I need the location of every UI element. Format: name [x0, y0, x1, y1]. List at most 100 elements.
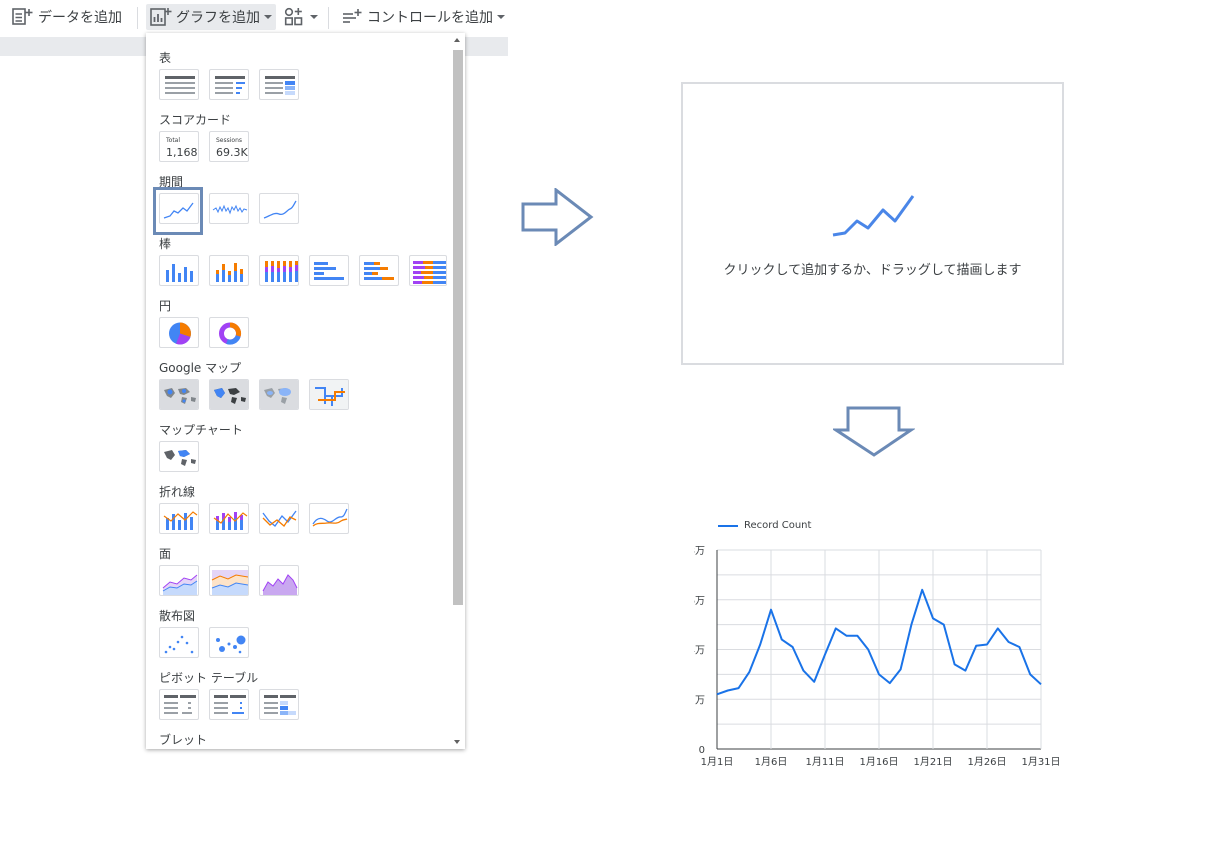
scrollbar-thumb[interactable]: [453, 50, 463, 605]
chart-option-stacked-bar[interactable]: [359, 255, 399, 286]
y-tick-label: 8万: [694, 546, 705, 557]
chart-option-bubble[interactable]: [209, 627, 249, 658]
placeholder-message: クリックして追加するか、ドラッグして描画します: [723, 263, 1022, 278]
bubble-chart-icon: [216, 635, 246, 654]
section-title-line: 折れ線: [159, 485, 196, 499]
scroll-up-icon[interactable]: [454, 38, 460, 42]
smoothed-line-icon: [312, 508, 348, 527]
toolbar: データを追加 グラフを追加 コントロールを追加: [0, 0, 508, 36]
chart-option-scorecard[interactable]: Total 1,168: [159, 131, 199, 162]
chart-option-100-stacked-column[interactable]: [259, 255, 299, 286]
chart-option-scatter[interactable]: [159, 627, 199, 658]
combo-chart-icon: [163, 511, 198, 530]
x-tick-label: 1月21日: [913, 756, 952, 768]
section-title-google-maps: Google マップ: [159, 361, 242, 375]
line-map-icon: [310, 380, 348, 409]
table-heatmap-icon: [265, 76, 295, 95]
chart-option-column[interactable]: [159, 255, 199, 286]
right-arrow-icon: [521, 188, 594, 246]
section-title-bullet: ブレット: [159, 733, 208, 747]
area-chart-icon: [162, 574, 198, 595]
scorecard-label: Total: [166, 137, 181, 144]
scroll-down-icon[interactable]: [454, 740, 460, 744]
menu-scrollbar[interactable]: [449, 33, 465, 749]
chart-option-stacked-column[interactable]: [209, 255, 249, 286]
stacked-combo-icon: [213, 512, 248, 530]
chart-option-line-map[interactable]: [309, 379, 349, 410]
chart-option-table-bars[interactable]: [209, 69, 249, 100]
chart-option-stacked-combo[interactable]: [209, 503, 249, 534]
chart-option-pie[interactable]: [159, 317, 199, 348]
chart-option-filled-map[interactable]: [209, 379, 249, 410]
x-tick-label: 1月31日: [1021, 756, 1060, 768]
stacked-column-icon: [216, 263, 243, 282]
sparkline-icon: [212, 204, 248, 215]
table-bars-icon: [215, 76, 245, 94]
chart-option-heatmap-map[interactable]: [259, 379, 299, 410]
pie-chart-icon: [169, 322, 191, 345]
add-data-button[interactable]: データを追加: [12, 4, 122, 30]
scorecard-value: 1,168: [166, 146, 198, 159]
stacked-bar-icon: [364, 262, 394, 280]
geo-chart-icon: [164, 450, 196, 466]
section-title-table: 表: [159, 51, 172, 65]
chart-option-pivot[interactable]: [159, 689, 199, 720]
add-control-button[interactable]: コントロールを追加: [341, 4, 505, 30]
y-tick-label: 4万: [694, 646, 705, 657]
pivot-heatmap-icon: [264, 695, 296, 715]
add-chart-button[interactable]: グラフを追加: [146, 4, 276, 30]
full-stacked-bar-icon: [413, 261, 446, 284]
x-tick-label: 1月16日: [859, 756, 898, 768]
filled-map-icon: [210, 380, 248, 409]
chart-option-scorecard-compact[interactable]: Sessions 69.3K: [209, 131, 249, 162]
smoothed-time-series-icon: [263, 200, 297, 219]
line-chart-icon: [262, 510, 297, 527]
toolbar-divider: [137, 7, 138, 29]
chart-option-pivot-bars[interactable]: [209, 689, 249, 720]
chart-option-line[interactable]: [259, 503, 299, 534]
heatmap-map-icon: [260, 380, 298, 409]
chart-option-100-stacked-area[interactable]: [259, 565, 299, 596]
y-tick-label: 2万: [694, 695, 705, 706]
section-title-pivot-table: ピボット テーブル: [159, 671, 259, 685]
chart-option-smoothed-time-series[interactable]: [259, 193, 299, 224]
chevron-down-icon: [264, 15, 272, 19]
chart-option-table[interactable]: [159, 69, 199, 100]
chart-option-sparkline[interactable]: [209, 193, 249, 224]
x-tick-label: 1月1日: [701, 756, 734, 768]
chart-option-bubble-map[interactable]: [159, 379, 199, 410]
bar-chart-icon: [314, 262, 344, 280]
chart-option-smoothed-line[interactable]: [309, 503, 349, 534]
add-chart-label: グラフを追加: [176, 10, 260, 26]
chart-placeholder[interactable]: クリックして追加するか、ドラッグして描画します: [681, 82, 1064, 365]
add-component-button[interactable]: [284, 4, 318, 30]
chart-option-geo-chart[interactable]: [159, 441, 199, 472]
section-title-bar: 棒: [159, 237, 172, 251]
pivot-table-icon: [164, 695, 196, 714]
y-tick-label: 0: [699, 745, 705, 756]
chart-option-table-heatmap[interactable]: [259, 69, 299, 100]
bubble-map-icon: [160, 380, 198, 409]
y-tick-label: 6万: [694, 596, 705, 607]
add-data-icon: [12, 8, 33, 25]
chart-option-area[interactable]: [159, 565, 199, 596]
table-icon: [165, 76, 195, 94]
add-control-icon: [343, 9, 362, 23]
chevron-down-icon: [310, 15, 318, 19]
time-series-icon: [832, 195, 915, 237]
time-series-chart[interactable]: 0 2万 4万 6万 8万 1月1日 1月6日 1月11日 1月16日 1月21日 1月26日 1月3…: [694, 510, 1074, 775]
toolbar-divider: [328, 7, 329, 29]
chart-option-combo[interactable]: [159, 503, 199, 534]
pivot-bars-icon: [214, 695, 246, 714]
chart-option-stacked-area[interactable]: [209, 565, 249, 596]
chart-option-bar[interactable]: [309, 255, 349, 286]
section-title-pie: 円: [159, 299, 172, 313]
x-tick-label: 1月11日: [805, 756, 844, 768]
add-control-label: コントロールを追加: [367, 10, 493, 26]
chart-option-pivot-heatmap[interactable]: [259, 689, 299, 720]
chart-option-100-stacked-bar[interactable]: [409, 255, 447, 286]
section-title-geo-chart: マップチャート: [159, 423, 243, 437]
chart-option-donut[interactable]: [209, 317, 249, 348]
full-stacked-area-icon: [262, 574, 298, 595]
components-icon: [284, 7, 303, 26]
